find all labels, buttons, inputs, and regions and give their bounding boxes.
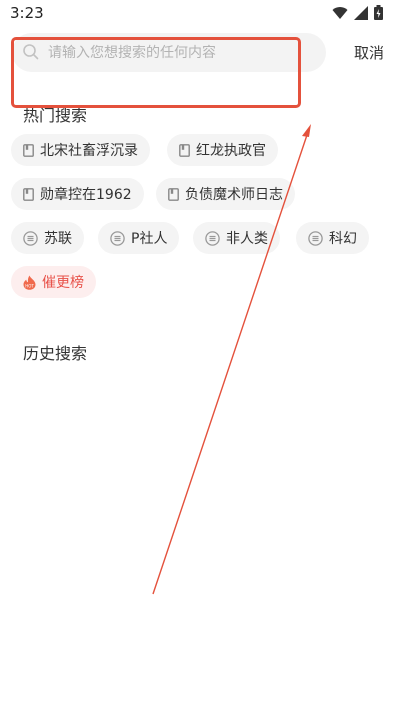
hot-search-title: 热门搜索 <box>23 106 88 125</box>
battery-icon <box>374 5 383 20</box>
tag-icon <box>23 230 38 246</box>
status-bar: 3:23 <box>0 0 405 28</box>
signal-icon <box>354 5 368 20</box>
book-icon <box>168 187 179 201</box>
book-icon <box>23 143 34 157</box>
book-icon <box>179 143 190 157</box>
hot-search-chip[interactable]: 勋章控在1962 <box>11 178 144 210</box>
status-icons <box>332 5 383 20</box>
hot-tag-chip[interactable]: 科幻 <box>296 222 369 254</box>
hot-tag-chip[interactable]: 非人类 <box>193 222 280 254</box>
chip-label: 红龙执政官 <box>196 143 266 159</box>
hot-search-chip[interactable]: 北宋社畜浮沉录 <box>11 134 150 166</box>
chip-label: P社人 <box>131 231 168 247</box>
chip-label: 科幻 <box>329 231 357 247</box>
hot-search-chip[interactable]: 红龙执政官 <box>167 134 278 166</box>
chip-label: 苏联 <box>44 231 72 247</box>
history-search-title: 历史搜索 <box>23 344 88 363</box>
tag-icon <box>308 230 323 246</box>
chip-label: 勋章控在1962 <box>40 187 132 203</box>
cancel-button[interactable]: 取消 <box>354 42 384 63</box>
wifi-icon <box>332 6 348 20</box>
hot-search-chip[interactable]: 负债魔术师日志 <box>156 178 295 210</box>
tag-icon <box>205 230 220 246</box>
book-icon <box>23 187 34 201</box>
tag-icon <box>110 230 125 246</box>
chip-label: 非人类 <box>226 231 268 247</box>
chip-label: 北宋社畜浮沉录 <box>40 143 138 159</box>
svg-text:HOT: HOT <box>25 283 34 288</box>
flame-icon: HOT <box>23 275 36 290</box>
urge-update-rank-chip[interactable]: HOT 催更榜 <box>11 266 96 298</box>
search-box[interactable] <box>12 33 326 72</box>
search-input[interactable] <box>48 33 318 72</box>
chip-label: 催更榜 <box>42 275 84 291</box>
chip-label: 负债魔术师日志 <box>185 187 283 203</box>
search-page: 3:23 取消 热门搜 <box>0 0 405 720</box>
status-time: 3:23 <box>10 4 44 22</box>
search-icon <box>22 43 40 65</box>
hot-tag-chip[interactable]: P社人 <box>98 222 180 254</box>
hot-tag-chip[interactable]: 苏联 <box>11 222 84 254</box>
